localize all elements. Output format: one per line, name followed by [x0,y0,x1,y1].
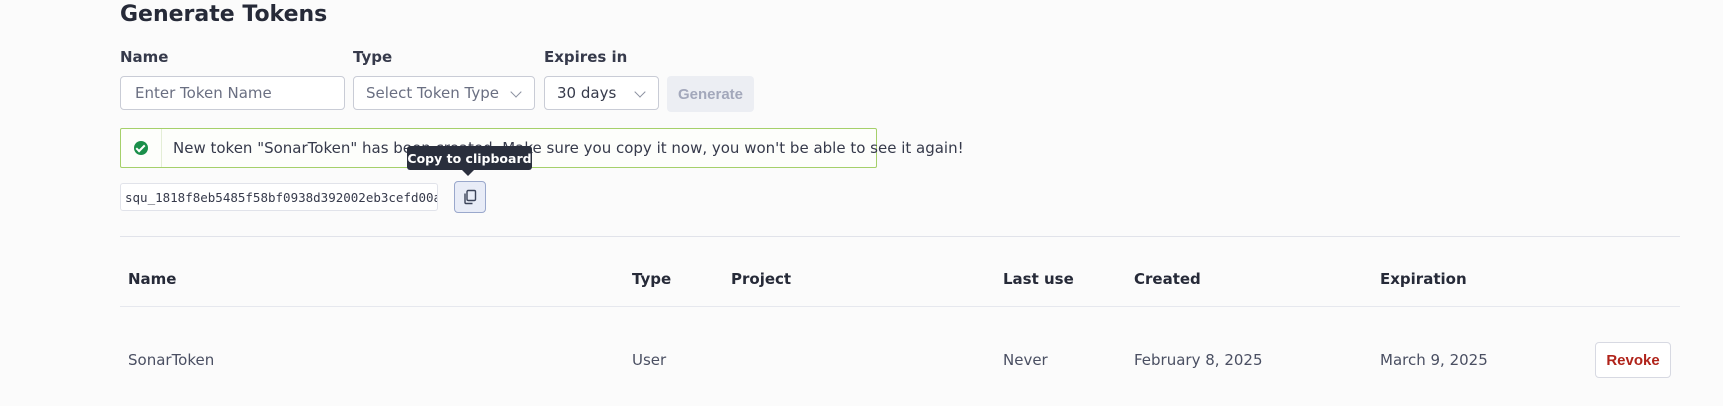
column-header-name: Name [128,270,177,288]
copy-icon [464,189,477,205]
cell-expiration: March 9, 2025 [1380,351,1488,369]
column-header-created: Created [1134,270,1201,288]
chevron-down-icon [510,86,522,98]
column-header-last-use: Last use [1003,270,1074,288]
token-type-select[interactable]: Select Token Type [353,76,535,110]
token-value: squ_1818f8eb5485f58bf0938d392002eb3cefd0… [120,183,438,211]
token-type-placeholder: Select Token Type [366,84,499,102]
check-circle-icon [134,141,148,155]
cell-last-use: Never [1003,351,1048,369]
divider [120,236,1680,237]
chevron-down-icon [634,86,646,98]
revoke-button[interactable]: Revoke [1595,342,1671,378]
header-divider [120,306,1680,307]
column-header-project: Project [731,270,792,288]
cell-created: February 8, 2025 [1134,351,1263,369]
expires-label: Expires in [544,48,628,66]
alert-icon-cell [121,129,162,167]
expires-value: 30 days [557,84,617,102]
cell-name: SonarToken [128,351,215,369]
expires-select[interactable]: 30 days [544,76,659,110]
cell-type: User [632,351,667,369]
name-label: Name [120,48,169,66]
type-label: Type [353,48,393,66]
column-header-type: Type [632,270,672,288]
copy-button[interactable] [454,181,486,213]
column-header-expiration: Expiration [1380,270,1467,288]
alert-message: New token "SonarToken" has been created.… [173,139,964,157]
copy-tooltip: Copy to clipboard [407,146,532,176]
page-title: Generate Tokens [120,2,328,27]
token-name-field[interactable] [120,76,345,110]
token-name-input[interactable] [133,83,332,103]
generate-button[interactable]: Generate [667,76,754,112]
